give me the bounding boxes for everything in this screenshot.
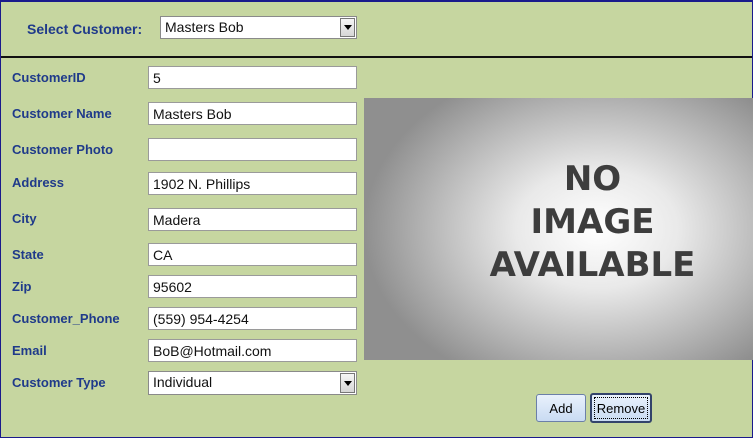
city-label: City — [12, 211, 37, 226]
address-label: Address — [12, 175, 65, 190]
customer-phone-label: Customer_Phone — [12, 311, 120, 326]
select-customer-value: Masters Bob — [165, 19, 244, 35]
placeholder-line: IMAGE — [530, 202, 655, 242]
state-label: State — [12, 247, 44, 262]
city-field[interactable]: Madera — [148, 208, 357, 231]
customer-id-field[interactable]: 5 — [148, 66, 357, 89]
zip-label: Zip — [12, 279, 32, 294]
remove-button[interactable]: Remove — [590, 393, 652, 423]
chevron-down-icon[interactable] — [340, 18, 355, 37]
placeholder-line: AVAILABLE — [489, 245, 696, 285]
customer-form-window: Select Customer: Masters Bob CustomerID … — [0, 0, 753, 438]
email-field[interactable]: BoB@Hotmail.com — [148, 339, 357, 362]
select-customer-label: Select Customer: — [27, 21, 143, 37]
header: Select Customer: Masters Bob — [1, 2, 752, 56]
customer-phone-field[interactable]: (559) 954-4254 — [148, 307, 357, 330]
address-field[interactable]: 1902 N. Phillips — [148, 172, 357, 195]
placeholder-line: NO — [563, 159, 622, 199]
state-field[interactable]: CA — [148, 243, 357, 266]
customer-photo-image: NO IMAGE AVAILABLE — [364, 98, 753, 360]
customer-photo-field[interactable] — [148, 138, 357, 161]
email-label: Email — [12, 343, 47, 358]
customer-name-field[interactable]: Masters Bob — [148, 102, 357, 125]
chevron-down-icon[interactable] — [340, 373, 355, 393]
customer-type-value: Individual — [153, 374, 213, 390]
customer-type-dropdown[interactable]: Individual — [148, 371, 357, 395]
select-customer-dropdown[interactable]: Masters Bob — [160, 16, 357, 39]
customer-photo-label: Customer Photo — [12, 142, 114, 157]
customer-name-label: Customer Name — [12, 106, 112, 121]
customer-type-label: Customer Type — [12, 375, 106, 390]
add-button[interactable]: Add — [536, 394, 586, 422]
zip-field[interactable]: 95602 — [148, 275, 357, 298]
customer-id-label: CustomerID — [12, 70, 86, 85]
header-divider — [1, 56, 752, 58]
no-image-placeholder: NO IMAGE AVAILABLE — [364, 158, 753, 287]
